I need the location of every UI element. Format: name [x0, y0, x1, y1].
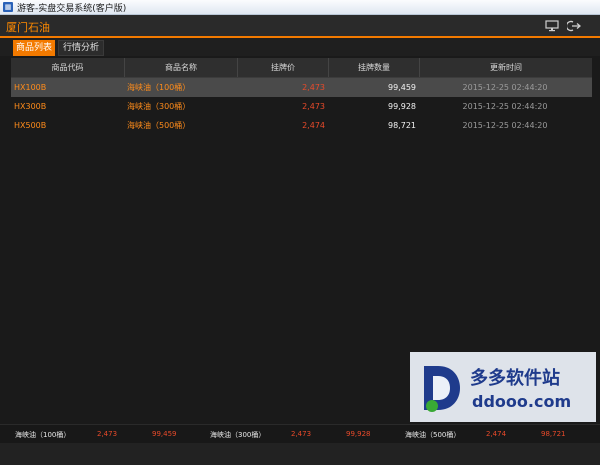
table-row[interactable]: HX300B 海峡油（300桶） 2,473 99,928 2015-12-25… — [11, 97, 592, 116]
ticker-price: 2,473 — [97, 430, 118, 438]
column-header-time[interactable]: 更新时间 — [420, 58, 592, 77]
ticker-name: 海峡油（500桶） — [405, 431, 461, 439]
ticker-quantity: 98,721 — [541, 430, 566, 438]
window-titlebar: ▦ 游客-实盘交易系统(客户版) — [0, 0, 600, 15]
tab-product-list[interactable]: 商品列表 — [13, 40, 55, 56]
tab-market-analysis[interactable]: 行情分析 — [58, 40, 104, 56]
cell-time: 2015-12-25 02:44:20 — [462, 102, 548, 111]
app-header: 厦门石油 — [0, 15, 600, 37]
window-title: 游客-实盘交易系统(客户版) — [17, 4, 127, 14]
cell-quantity: 99,928 — [388, 102, 416, 111]
status-bar — [0, 443, 600, 465]
column-header-code[interactable]: 商品代码 — [11, 58, 125, 77]
ticker-quantity: 99,459 — [152, 430, 177, 438]
cell-code: HX100B — [14, 83, 47, 92]
ticker-price: 2,474 — [486, 430, 507, 438]
cell-time: 2015-12-25 02:44:20 — [462, 121, 548, 130]
watermark-overlay: 多多软件站 ddooo.com — [410, 352, 596, 422]
watermark-title: 多多软件站 — [470, 368, 560, 389]
cell-name: 海峡油（300桶） — [127, 102, 191, 111]
column-header-quantity[interactable]: 挂牌数量 — [329, 58, 420, 77]
cell-quantity: 99,459 — [388, 83, 416, 92]
table-row[interactable]: HX100B 海峡油（100桶） 2,473 99,459 2015-12-25… — [11, 78, 592, 97]
table-row[interactable]: HX500B 海峡油（500桶） 2,474 98,721 2015-12-25… — [11, 116, 592, 135]
monitor-icon[interactable] — [545, 20, 559, 32]
ticker-name: 海峡油（300桶） — [210, 431, 266, 439]
column-header-price[interactable]: 挂牌价 — [238, 58, 329, 77]
cell-code: HX300B — [14, 102, 47, 111]
app-icon: ▦ — [3, 2, 13, 12]
cell-name: 海峡油（500桶） — [127, 121, 191, 130]
brand-name: 厦门石油 — [6, 21, 50, 34]
exit-icon[interactable] — [567, 20, 581, 32]
cell-price: 2,474 — [302, 121, 325, 130]
cell-name: 海峡油（100桶） — [127, 83, 191, 92]
watermark-domain: ddooo.com — [472, 392, 572, 411]
ticker-price: 2,473 — [291, 430, 312, 438]
tab-bar: 商品列表 行情分析 — [0, 38, 600, 56]
table-header: 商品代码 商品名称 挂牌价 挂牌数量 更新时间 — [11, 58, 592, 78]
cell-code: HX500B — [14, 121, 47, 130]
column-header-name[interactable]: 商品名称 — [125, 58, 238, 77]
cell-time: 2015-12-25 02:44:20 — [462, 83, 548, 92]
cell-price: 2,473 — [302, 83, 325, 92]
ticker-quantity: 99,928 — [346, 430, 371, 438]
cell-price: 2,473 — [302, 102, 325, 111]
cell-quantity: 98,721 — [388, 121, 416, 130]
ticker-name: 海峡油（100桶） — [15, 431, 71, 439]
watermark-logo-icon — [424, 366, 460, 412]
price-ticker: 海峡油（100桶） 2,473 99,459 海峡油（300桶） 2,473 9… — [0, 424, 600, 443]
product-table: 商品代码 商品名称 挂牌价 挂牌数量 更新时间 HX100B 海峡油（100桶）… — [11, 58, 592, 135]
